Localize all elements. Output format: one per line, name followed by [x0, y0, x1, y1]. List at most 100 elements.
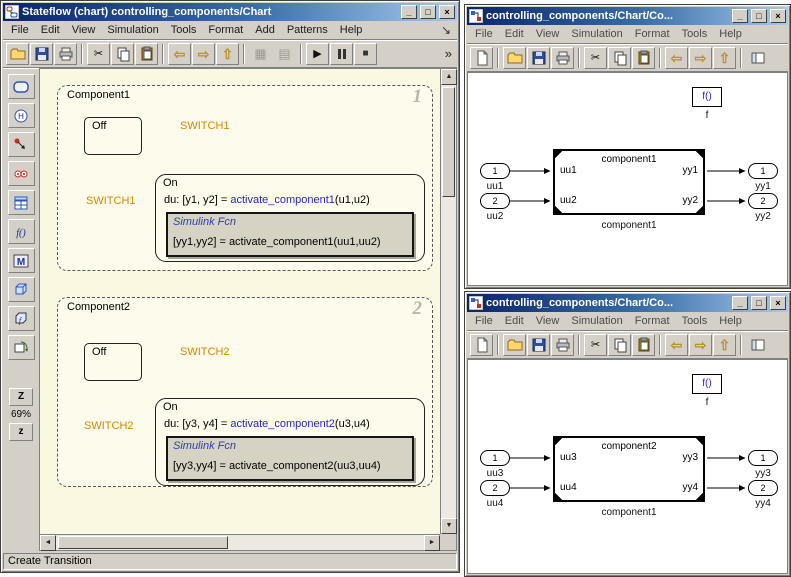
close-button[interactable]: × — [770, 296, 786, 310]
minimize-button[interactable]: _ — [401, 5, 417, 19]
inport-1[interactable]: 1 — [480, 163, 510, 179]
maximize-button[interactable]: □ — [420, 5, 436, 19]
transition-label[interactable]: SWITCH2 — [84, 420, 134, 432]
paste-button[interactable] — [135, 43, 158, 65]
close-button[interactable]: × — [439, 5, 455, 19]
minimize-button[interactable]: _ — [732, 296, 748, 310]
scrollbar-thumb[interactable] — [58, 536, 228, 549]
horizontal-scrollbar[interactable]: ◄ ► — [40, 534, 440, 550]
model-browser-toggle-button[interactable] — [746, 334, 769, 356]
simulink-fcn-box[interactable]: Simulink Fcn [yy1,yy2] = activate_compon… — [166, 212, 414, 257]
transition-label[interactable]: SWITCH1 — [180, 120, 230, 132]
model-browser-toggle-button[interactable] — [746, 47, 769, 69]
menu-help[interactable]: Help — [713, 313, 748, 329]
zoom-in-button[interactable]: Z — [9, 388, 33, 406]
inport-1[interactable]: 1 — [480, 450, 510, 466]
menu-format[interactable]: Format — [202, 22, 249, 38]
scroll-left-button[interactable]: ◄ — [40, 535, 56, 551]
box-tool-button[interactable] — [8, 277, 35, 302]
menu-view[interactable]: View — [530, 313, 566, 329]
back-button[interactable]: ⇦ — [665, 47, 688, 69]
cut-button[interactable]: ✂ — [87, 43, 110, 65]
off-state[interactable]: Off — [84, 343, 142, 381]
print-button[interactable] — [54, 43, 77, 65]
save-button[interactable] — [30, 43, 53, 65]
zoom-out-button[interactable]: z — [9, 423, 33, 441]
forward-button[interactable]: ⇨ — [192, 43, 215, 65]
menu-add[interactable]: Add — [249, 22, 281, 38]
maximize-button[interactable]: □ — [751, 9, 767, 23]
menu-format[interactable]: Format — [629, 313, 676, 329]
menu-file[interactable]: File — [469, 313, 499, 329]
inport-2[interactable]: 2 — [480, 480, 510, 496]
up-to-parent-button[interactable]: ⇧ — [713, 334, 736, 356]
menu-file[interactable]: File — [5, 22, 35, 38]
off-state[interactable]: Off — [84, 117, 142, 155]
menu-edit[interactable]: Edit — [499, 313, 530, 329]
minimize-button[interactable]: _ — [732, 9, 748, 23]
model-canvas[interactable]: f() f 1 uu1 2 uu2 component1 uu1 uu2 yy1… — [467, 72, 788, 286]
model-canvas[interactable]: f() f 1 uu3 2 uu4 component2 uu3 uu4 yy3… — [467, 359, 788, 574]
open-button[interactable] — [6, 43, 29, 65]
component2-box[interactable]: Component2 2 Off On du: [y3, y4] = activ… — [57, 297, 433, 487]
up-to-parent-button[interactable]: ⇧ — [713, 47, 736, 69]
titlebar[interactable]: controlling_components/Chart/Co... _ □ × — [467, 294, 788, 312]
graphical-function-tool-button[interactable]: f() — [8, 219, 35, 244]
scroll-right-button[interactable]: ► — [424, 535, 440, 551]
truth-table-tool-button[interactable] — [8, 190, 35, 215]
menu-tools[interactable]: Tools — [165, 22, 203, 38]
save-button[interactable] — [527, 47, 550, 69]
up-to-parent-button[interactable]: ⇧ — [216, 43, 239, 65]
forward-button[interactable]: ⇨ — [689, 47, 712, 69]
menu-simulation[interactable]: Simulation — [565, 313, 628, 329]
titlebar[interactable]: Stateflow (chart) controlling_components… — [3, 3, 457, 21]
new-model-button[interactable] — [470, 47, 493, 69]
outport-2[interactable]: 2 — [748, 193, 778, 209]
simulink-fcn-box[interactable]: Simulink Fcn [yy3,yy4] = activate_compon… — [166, 436, 414, 481]
subsystem-block[interactable]: component2 uu3 uu4 yy3 yy4 — [553, 436, 705, 502]
matlab-function-tool-button[interactable]: M — [8, 248, 35, 273]
paste-button[interactable] — [632, 47, 655, 69]
close-button[interactable]: × — [770, 9, 786, 23]
menu-tools[interactable]: Tools — [676, 313, 714, 329]
scroll-up-button[interactable]: ▲ — [441, 69, 457, 85]
vertical-scrollbar[interactable]: ▲ ▼ — [440, 69, 456, 534]
titlebar[interactable]: controlling_components/Chart/Co... _ □ × — [467, 7, 788, 25]
scrollbar-thumb[interactable] — [442, 87, 455, 197]
menu-view[interactable]: View — [66, 22, 102, 38]
print-button[interactable] — [551, 334, 574, 356]
on-state[interactable]: On du: [y3, y4] = activate_component2(u3… — [155, 398, 425, 486]
pattern-tool-button[interactable] — [8, 335, 35, 360]
transition-label[interactable]: SWITCH2 — [180, 346, 230, 358]
subsystem-block[interactable]: component1 uu1 uu2 yy1 yy2 — [553, 149, 705, 215]
menu-tools[interactable]: Tools — [676, 26, 714, 42]
menu-simulation[interactable]: Simulation — [565, 26, 628, 42]
on-state[interactable]: On du: [y1, y2] = activate_component1(u1… — [155, 174, 425, 262]
copy-button[interactable] — [608, 334, 631, 356]
model-explorer-button[interactable]: ▦ — [249, 43, 272, 65]
menu-edit[interactable]: Edit — [35, 22, 66, 38]
component1-box[interactable]: Component1 1 Off On du: [y1, y2] = activ… — [57, 85, 433, 271]
new-model-button[interactable] — [470, 334, 493, 356]
menu-file[interactable]: File — [469, 26, 499, 42]
open-button[interactable] — [503, 334, 526, 356]
menu-help[interactable]: Help — [713, 26, 748, 42]
copy-button[interactable] — [608, 47, 631, 69]
simulink-function-block[interactable]: f() — [692, 87, 722, 107]
chart-canvas[interactable]: Component1 1 Off On du: [y1, y2] = activ… — [40, 69, 440, 534]
start-simulation-button[interactable]: ▶ — [306, 43, 329, 65]
menu-patterns[interactable]: Patterns — [281, 22, 334, 38]
scroll-down-button[interactable]: ▼ — [441, 518, 457, 534]
save-button[interactable] — [527, 334, 550, 356]
forward-button[interactable]: ⇨ — [689, 334, 712, 356]
menu-edit[interactable]: Edit — [499, 26, 530, 42]
library-button[interactable]: ▤ — [273, 43, 296, 65]
simulink-function-block[interactable]: f() — [692, 374, 722, 394]
outport-1[interactable]: 1 — [748, 450, 778, 466]
open-button[interactable] — [503, 47, 526, 69]
state-tool-button[interactable] — [8, 74, 35, 99]
stop-simulation-button[interactable]: ■ — [354, 43, 377, 65]
default-transition-tool-button[interactable] — [8, 132, 35, 157]
pause-simulation-button[interactable] — [330, 43, 353, 65]
simulink-function-tool-button[interactable]: f — [8, 306, 35, 331]
